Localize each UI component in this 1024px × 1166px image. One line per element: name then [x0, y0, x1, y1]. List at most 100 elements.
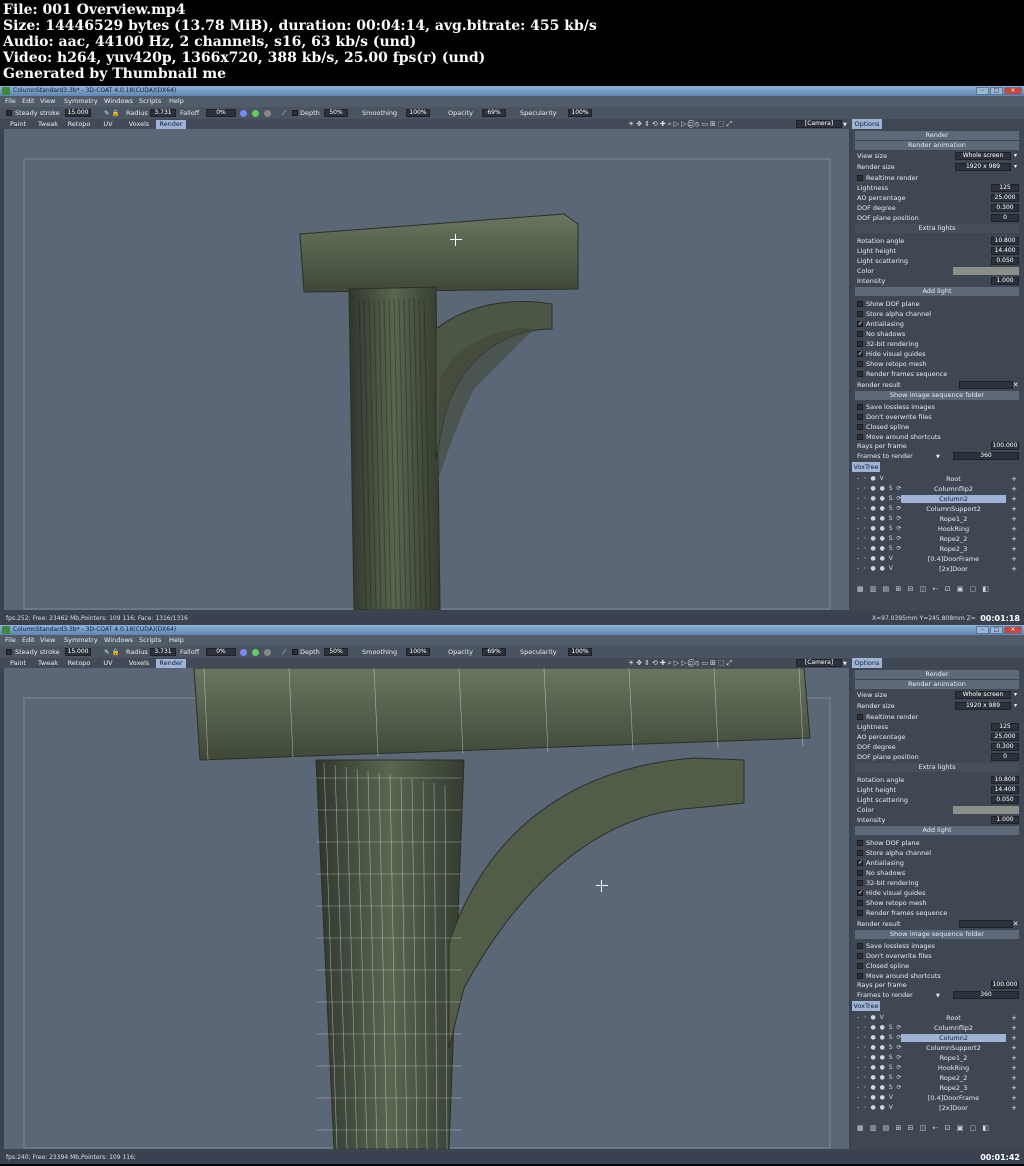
option-checkbox[interactable]: [857, 870, 863, 876]
voxtree-tool-icons[interactable]: ▦ ▥ ▤ ⊞ ⊟ ◫ ⇠ ⊡ ▣ ▢ ◧: [857, 1124, 991, 1132]
menu-edit[interactable]: Edit: [22, 96, 35, 107]
light-height-field[interactable]: 14.400: [991, 247, 1019, 255]
voxtree-item-name[interactable]: ColumnSupport2: [901, 1044, 1006, 1052]
light-scattering-field[interactable]: 0.050: [991, 257, 1019, 265]
visibility-icon[interactable]: - ◦ ● ● S ⟳: [857, 504, 903, 514]
visibility-icon[interactable]: - ◦ ● ● V: [857, 554, 894, 564]
voxtree-item-name[interactable]: Columnflip2: [901, 485, 1006, 493]
rays-per-frame-field[interactable]: 100.000: [991, 442, 1019, 450]
voxtree-tool-icons[interactable]: ▦ ▥ ▤ ⊞ ⊟ ◫ ⇠ ⊡ ▣ ▢ ◧: [857, 585, 991, 593]
voxtree-row[interactable]: - ◦ ● V Root +: [855, 474, 1019, 484]
voxtree-row[interactable]: - ◦ ● ● S ⟳ HookRing +: [855, 524, 1019, 534]
voxtree-item-name[interactable]: Columnflip2: [901, 1024, 1006, 1032]
add-layer-icon[interactable]: +: [1011, 554, 1017, 564]
menu-help[interactable]: Help: [169, 635, 184, 646]
lightness-field[interactable]: 125: [991, 184, 1019, 192]
visibility-icon[interactable]: - ◦ ● ● S ⟳: [857, 1063, 903, 1073]
visibility-icon[interactable]: - ◦ ● ● S ⟳: [857, 484, 903, 494]
maximize-button[interactable]: □: [990, 626, 1003, 634]
visibility-icon[interactable]: - ◦ ● V: [857, 474, 885, 484]
tab-retopo[interactable]: Retopo: [65, 659, 93, 668]
menu-file[interactable]: File: [5, 96, 16, 107]
voxtree-item-name[interactable]: [2x]Door: [901, 1104, 1006, 1112]
add-light-button[interactable]: Add light: [855, 826, 1019, 835]
voxtree-row[interactable]: - ◦ ● ● S ⟳ Rope1_2 +: [855, 1053, 1019, 1063]
steady-stroke-field[interactable]: 15.000: [65, 109, 91, 117]
add-layer-icon[interactable]: +: [1011, 514, 1017, 524]
dof-degree-field[interactable]: 0.300: [991, 204, 1019, 212]
option-checkbox[interactable]: [857, 404, 863, 410]
add-layer-icon[interactable]: +: [1011, 1023, 1017, 1033]
gloss-sphere-icon[interactable]: [264, 649, 271, 656]
realtime-render-checkbox[interactable]: [857, 175, 863, 181]
tab-voxels[interactable]: Voxels: [124, 659, 154, 668]
depth-field[interactable]: 50%: [324, 648, 348, 656]
option-checkbox[interactable]: [857, 301, 863, 307]
voxtree-row[interactable]: - ◦ ● ● S ⟳ Columnflip2 +: [855, 1023, 1019, 1033]
close-button[interactable]: ×: [1004, 626, 1022, 634]
menu-scripts[interactable]: Scripts: [139, 635, 161, 646]
chevron-down-icon[interactable]: ▾: [1012, 691, 1019, 699]
show-image-sequence-folder-button[interactable]: Show image sequence folder: [855, 930, 1019, 939]
menu-help[interactable]: Help: [169, 96, 184, 107]
voxtree-row[interactable]: - ◦ ● ● S ⟳ Columnflip2 +: [855, 484, 1019, 494]
smoothing-field[interactable]: 100%: [406, 648, 430, 656]
render-button[interactable]: Render: [855, 131, 1019, 140]
menu-view[interactable]: View: [40, 96, 55, 107]
tab-uv[interactable]: UV: [98, 120, 118, 129]
navigation-icons[interactable]: ☀✥⇕⟲✚⌕▷▷⊡⃝⦸▭⊞⬚⤢: [628, 120, 734, 129]
option-checkbox[interactable]: ✓: [857, 860, 863, 866]
voxtree-item-name[interactable]: Rope1_2: [901, 1054, 1006, 1062]
add-layer-icon[interactable]: +: [1011, 504, 1017, 514]
tab-tweak[interactable]: Tweak: [34, 120, 62, 129]
menu-file[interactable]: File: [5, 635, 16, 646]
render-size-select[interactable]: 1920 x 989: [955, 702, 1011, 710]
option-checkbox[interactable]: [857, 840, 863, 846]
visibility-icon[interactable]: - ◦ ● ● S ⟳: [857, 1033, 903, 1043]
tab-uv[interactable]: UV: [98, 659, 118, 668]
add-layer-icon[interactable]: +: [1011, 1063, 1017, 1073]
option-checkbox[interactable]: ✓: [857, 890, 863, 896]
3d-viewport[interactable]: [4, 129, 849, 610]
add-layer-icon[interactable]: +: [1011, 1103, 1017, 1113]
falloff-field[interactable]: 0%: [206, 109, 236, 117]
visibility-icon[interactable]: - ◦ ● ● S ⟳: [857, 534, 903, 544]
option-checkbox[interactable]: [857, 973, 863, 979]
realtime-render-checkbox[interactable]: [857, 714, 863, 720]
option-checkbox[interactable]: [857, 311, 863, 317]
opacity-field[interactable]: 69%: [482, 648, 506, 656]
visibility-icon[interactable]: - ◦ ● ● S ⟳: [857, 1053, 903, 1063]
frames-to-render-slider[interactable]: 360: [953, 452, 1019, 460]
render-result-field[interactable]: [959, 381, 1013, 389]
voxtree-item-name[interactable]: HookRing: [901, 1064, 1006, 1072]
option-checkbox[interactable]: [857, 910, 863, 916]
smoothing-field[interactable]: 100%: [406, 109, 430, 117]
add-layer-icon[interactable]: +: [1011, 1093, 1017, 1103]
voxtree-item-name[interactable]: [0.4]DoorFrame: [901, 555, 1006, 563]
color-sphere-icon[interactable]: [252, 649, 259, 656]
depth-checkbox[interactable]: [292, 649, 298, 655]
material-sphere-icon[interactable]: [240, 110, 247, 117]
chevron-down-icon[interactable]: ▾: [1012, 163, 1019, 171]
add-layer-icon[interactable]: +: [1011, 484, 1017, 494]
add-layer-icon[interactable]: +: [1011, 544, 1017, 554]
close-icon[interactable]: ✕: [1012, 920, 1019, 928]
tab-voxtree[interactable]: VoxTree: [852, 462, 880, 472]
voxtree-row[interactable]: - ◦ ● ● S ⟳ Column2 +: [855, 494, 1019, 504]
option-checkbox[interactable]: [857, 943, 863, 949]
visibility-icon[interactable]: - ◦ ● ● S ⟳: [857, 1073, 903, 1083]
voxtree-item-name[interactable]: Rope2_2: [901, 535, 1006, 543]
ao-percentage-field[interactable]: 25.000: [991, 733, 1019, 741]
menu-symmetry[interactable]: Symmetry: [64, 96, 98, 107]
voxtree-item-name[interactable]: [2x]Door: [901, 565, 1006, 573]
chevron-down-icon[interactable]: ▼: [936, 451, 940, 463]
add-layer-icon[interactable]: +: [1011, 534, 1017, 544]
radius-field[interactable]: 3.731: [150, 648, 176, 656]
visibility-icon[interactable]: - ◦ ● ● S ⟳: [857, 544, 903, 554]
dof-plane-position-field[interactable]: 0: [991, 753, 1019, 761]
visibility-icon[interactable]: - ◦ ● ● S ⟳: [857, 494, 903, 504]
chevron-down-icon[interactable]: ▾: [1012, 702, 1019, 710]
maximize-button[interactable]: □: [990, 87, 1003, 95]
tab-tweak[interactable]: Tweak: [34, 659, 62, 668]
falloff-field[interactable]: 0%: [206, 648, 236, 656]
